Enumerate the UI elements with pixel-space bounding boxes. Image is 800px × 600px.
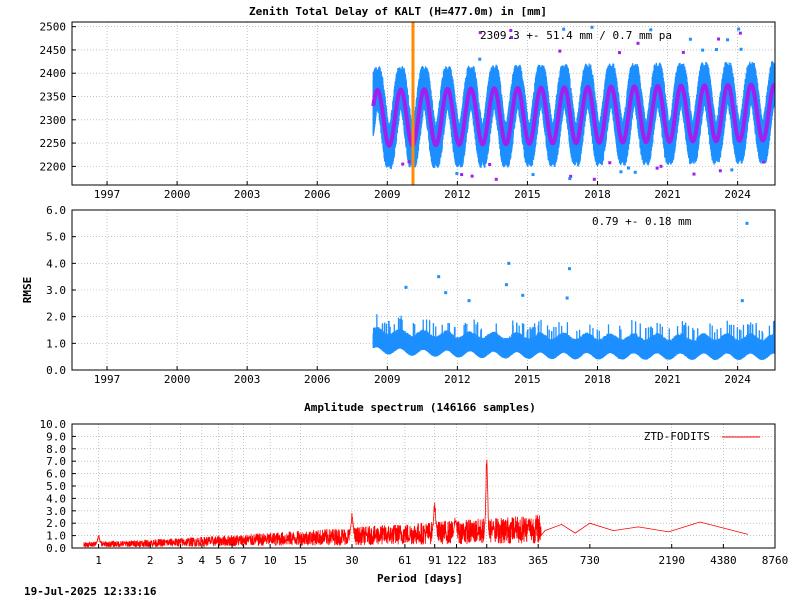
ztd-outlier-point — [726, 38, 730, 42]
ztd-outlier-point — [455, 171, 459, 175]
ztd-y-tick-label: 2300 — [40, 114, 67, 127]
ztd-outlier-point — [608, 161, 612, 165]
ztd-outlier-point — [488, 162, 492, 166]
ztd-outlier-point — [470, 174, 474, 178]
ztd-outlier-point — [618, 51, 622, 55]
ztd-x-tick-label: 2006 — [304, 188, 331, 201]
ztd-outlier-point — [558, 49, 562, 53]
ztd-x-tick-label: 2018 — [584, 188, 611, 201]
ztd-chart-title: Zenith Total Delay of KALT (H=477.0m) in… — [249, 5, 547, 18]
ztd-outlier-point — [627, 166, 631, 170]
ztd-outlier-point — [568, 177, 572, 181]
ztd-outlier-point — [681, 50, 685, 54]
ztd-outlier-point — [460, 173, 464, 177]
ztd-y-tick-label: 2500 — [40, 21, 67, 34]
ztd-outlier-point — [633, 170, 637, 174]
ztd-outlier-point — [701, 48, 705, 52]
ztd-y-tick-label: 2350 — [40, 91, 67, 104]
ztd-outlier-point — [494, 177, 498, 181]
ztd-outlier-point — [619, 170, 623, 174]
ztd-outlier-point — [659, 164, 663, 168]
ztd-outlier-point — [692, 172, 696, 176]
ztd-outlier-point — [636, 41, 640, 45]
ztd-x-tick-label: 2015 — [514, 188, 541, 201]
ztd-outlier-point — [737, 27, 741, 31]
ztd-x-tick-label: 2024 — [724, 188, 751, 201]
rmse-time-series-panel: 1997 2000 2003 2006 2009 2012 2015 2018 2021 2024… — [21, 204, 776, 386]
ztd-x-tick-label: 2009 — [374, 188, 401, 201]
ztd-x-tick-label: 2021 — [654, 188, 681, 201]
ztd-statistics-annotation: 2309.3 +- 51.4 mm / 0.7 mm pa — [480, 29, 672, 42]
ztd-outlier-point — [738, 31, 742, 35]
ztd-x-tick-label: 2012 — [444, 188, 471, 201]
ztd-x-tick-label: 2000 — [164, 188, 191, 201]
ztd-outlier-point — [478, 57, 482, 61]
ztd-outlier-point — [730, 168, 734, 172]
ztd-outlier-point — [717, 37, 721, 41]
ztd-outlier-point — [655, 166, 659, 170]
ztd-y-tick-label: 2200 — [40, 160, 67, 173]
ztd-y-tick-label: 2400 — [40, 67, 67, 80]
figure: Zenith Total Delay of KALT (H=477.0m) in… — [21, 5, 788, 585]
ztd-time-series-panel: Zenith Total Delay of KALT (H=477.0m) in… — [40, 5, 776, 201]
ztd-outlier-point — [531, 173, 535, 177]
ztd-outlier-point — [739, 47, 743, 51]
ztd-x-tick-label: 2003 — [234, 188, 261, 201]
ztd-outlier-point — [718, 169, 722, 173]
ztd-outlier-point — [407, 160, 411, 164]
ztd-y-tick-label: 2250 — [40, 137, 67, 150]
ztd-outlier-point — [401, 162, 405, 166]
ztd-x-tick-label: 1997 — [94, 188, 121, 201]
ztd-outlier-point — [592, 177, 596, 181]
ztd-outlier-point — [714, 48, 718, 52]
ztd-outlier-point — [688, 37, 692, 41]
ztd-outlier-point — [761, 160, 765, 164]
ztd-y-tick-label: 2450 — [40, 44, 67, 57]
